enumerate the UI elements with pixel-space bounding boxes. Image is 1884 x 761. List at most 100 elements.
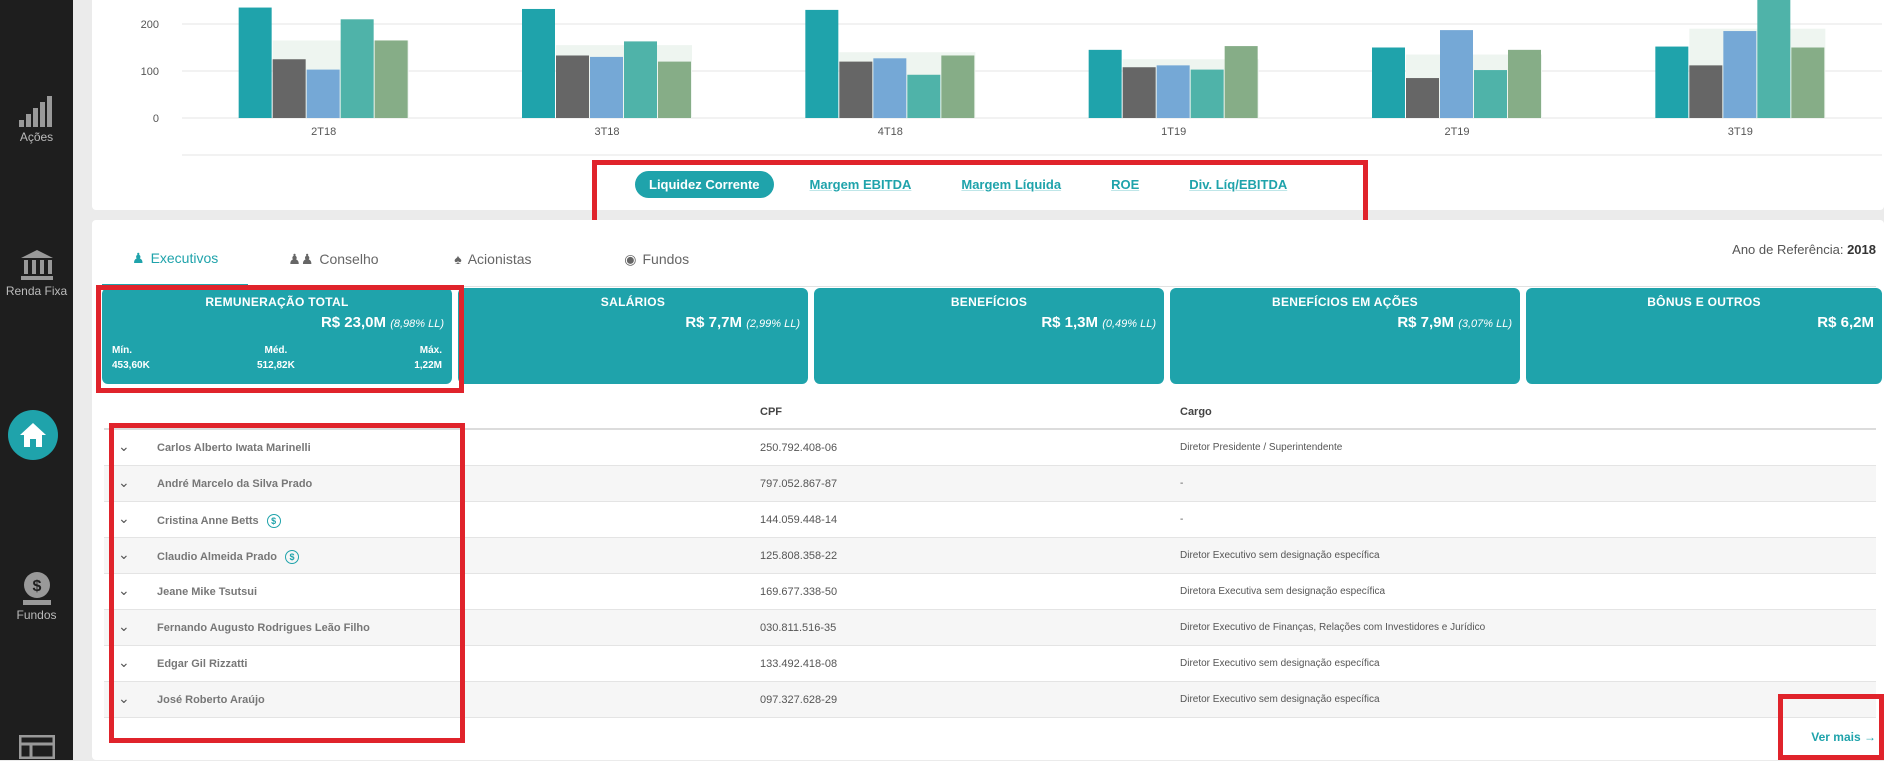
kpi-min: Mín. 453,60K xyxy=(112,345,150,371)
x-tick-label: 1T19 xyxy=(1161,126,1186,138)
bar xyxy=(238,7,272,118)
executive-cpf: 144.059.448-14 xyxy=(760,514,838,526)
tab-fundos[interactable]: ◉ Fundos xyxy=(584,232,719,286)
sidebar-item-label: Ações xyxy=(19,130,54,144)
chart-metric-tabs: Liquidez Corrente Margem EBITDA Margem L… xyxy=(635,170,1337,198)
kpi-value: R$ 23,0M (8,98% LL) xyxy=(320,314,444,331)
table-row[interactable]: ⌄ Carlos Alberto Iwata Marinelli 250.792.4… xyxy=(104,430,1876,466)
tab-label: Acionistas xyxy=(467,251,532,267)
bar xyxy=(1122,67,1156,118)
tab-acionistas[interactable]: ♠ Acionistas xyxy=(414,232,584,286)
shareholder-icon: ♠ xyxy=(454,251,462,267)
tab-liquidez-corrente[interactable]: Liquidez Corrente xyxy=(635,170,774,198)
table-row[interactable]: ⌄ Claudio Almeida Prado $ 125.808.358-22 Dir… xyxy=(104,538,1876,574)
y-tick-label: 200 xyxy=(141,19,159,31)
bar xyxy=(522,8,555,119)
bar xyxy=(374,40,408,119)
bar xyxy=(1508,49,1541,118)
kpi-value: R$ 6,2M xyxy=(1817,314,1874,331)
kpi-remuneracao-total[interactable]: REMUNERAÇÃO TOTAL R$ 23,0M (8,98% LL) Mí… xyxy=(102,288,452,384)
ver-mais-link[interactable]: Ver mais → xyxy=(1811,730,1876,744)
bar xyxy=(590,56,623,118)
reference-label: Ano de Referência: xyxy=(1732,242,1844,257)
executive-name: André Marcelo da Silva Prado xyxy=(157,478,313,490)
sidebar-item-renda-fixa[interactable]: Renda Fixa xyxy=(0,248,73,298)
x-tick-label: 3T19 xyxy=(1728,126,1753,138)
bar xyxy=(1757,0,1791,118)
table-row[interactable]: ⌄ Edgar Gil Rizzatti 133.492.418-08 Diretor… xyxy=(104,646,1876,682)
table-row[interactable]: ⌄ Cristina Anne Betts $ 144.059.448-14 - xyxy=(104,502,1876,538)
chevron-down-icon[interactable]: ⌄ xyxy=(118,654,130,671)
bar xyxy=(1791,47,1825,118)
kpi-beneficios[interactable]: BENEFÍCIOS R$ 1,3M (0,49% LL) xyxy=(814,288,1164,384)
compensation-card: ♟ Executivos ♟♟ Conselho ♠ Acionistas ◉ … xyxy=(92,220,1884,760)
group-icon: ♟♟ xyxy=(288,250,314,267)
money-bag-icon: $ xyxy=(22,572,51,605)
bar xyxy=(1088,49,1122,118)
chevron-down-icon[interactable]: ⌄ xyxy=(118,690,130,707)
bar xyxy=(839,61,873,118)
kpi-max: Máx. 1,22M xyxy=(414,345,442,371)
sidebar-item-acoes[interactable]: Ações xyxy=(0,92,73,144)
bar xyxy=(1723,31,1757,118)
header-cargo: Cargo xyxy=(1180,406,1212,418)
chevron-down-icon[interactable]: ⌄ xyxy=(118,474,130,491)
kpi-value: R$ 1,3M (0,49% LL) xyxy=(1041,314,1156,331)
sidebar-item-home[interactable] xyxy=(8,410,58,460)
kpi-beneficios-em-acoes[interactable]: BENEFÍCIOS EM AÇÕES R$ 7,9M (3,07% LL) xyxy=(1170,288,1520,384)
tab-div-liq-ebitda[interactable]: Div. Líq/EBITDA xyxy=(1189,177,1287,192)
chevron-down-icon[interactable]: ⌄ xyxy=(118,438,130,455)
kpi-title: BÔNUS E OUTROS xyxy=(1647,295,1761,309)
tabs-divider xyxy=(102,286,1876,287)
sidebar: Ações Renda Fixa $ Fundos xyxy=(0,0,73,760)
executive-cpf: 169.677.338-50 xyxy=(760,586,838,598)
kpi-salarios[interactable]: SALÁRIOS R$ 7,7M (2,99% LL) xyxy=(458,288,808,384)
chevron-down-icon[interactable]: ⌄ xyxy=(118,510,130,527)
table-row[interactable]: ⌄ José Roberto Araújo 097.327.628-29 Direto… xyxy=(104,682,1876,718)
tab-roe[interactable]: ROE xyxy=(1111,177,1139,192)
executives-table: CPF Cargo ⌄ Carlos Alberto Iwata Marinell… xyxy=(104,390,1876,718)
sidebar-item-fundos[interactable]: $ Fundos xyxy=(0,570,73,622)
chevron-down-icon[interactable]: ⌄ xyxy=(118,582,130,599)
executive-cargo: Diretor Executivo de Finanças, Relações … xyxy=(1180,622,1486,633)
executive-name: Carlos Alberto Iwata Marinelli xyxy=(157,442,311,454)
chevron-down-icon[interactable]: ⌄ xyxy=(118,618,130,635)
kpi-title: BENEFÍCIOS xyxy=(950,295,1028,309)
bar xyxy=(1474,70,1507,118)
fund-icon: ◉ xyxy=(624,250,637,267)
executive-name: Jeane Mike Tsutsui xyxy=(157,586,258,598)
kpi-title: REMUNERAÇÃO TOTAL xyxy=(205,295,349,309)
y-tick-label: 100 xyxy=(141,66,159,78)
kpi-cards: REMUNERAÇÃO TOTAL R$ 23,0M (8,98% LL) Mí… xyxy=(102,288,1882,384)
chevron-down-icon[interactable]: ⌄ xyxy=(118,546,130,563)
bar-chart: 0 100 200 2T18 3T18 4T18 1T19 2T19 3T19 xyxy=(141,0,1882,156)
chart-card: 0 100 200 2T18 3T18 4T18 1T19 2T19 3T19 Liquidez… xyxy=(92,0,1884,232)
table-row[interactable]: ⌄ Fernando Augusto Rodrigues Leão Filho 03… xyxy=(104,610,1876,646)
bar xyxy=(658,61,691,118)
sidebar-item-label: Fundos xyxy=(16,608,57,622)
executive-cargo: Diretora Executiva sem designação especí… xyxy=(1180,586,1386,597)
tab-margem-liquida[interactable]: Margem Líquida xyxy=(961,177,1061,192)
bar xyxy=(1372,47,1405,118)
bar xyxy=(1156,65,1190,118)
person-icon: ♟ xyxy=(132,249,145,266)
tab-conselho[interactable]: ♟♟ Conselho xyxy=(248,232,414,286)
kpi-value: R$ 7,7M (2,99% LL) xyxy=(685,314,800,331)
bar xyxy=(306,69,340,118)
table-row[interactable]: ⌄ Jeane Mike Tsutsui 169.677.338-50 Diretor… xyxy=(104,574,1876,610)
kpi-med: Méd. 512,82K xyxy=(257,345,295,371)
sidebar-item-table[interactable] xyxy=(0,735,73,761)
bar xyxy=(1440,30,1473,118)
executive-name: Edgar Gil Rizzatti xyxy=(157,658,248,670)
kpi-value: R$ 7,9M (3,07% LL) xyxy=(1397,314,1512,331)
x-tick-label: 2T19 xyxy=(1444,126,1469,138)
executive-cpf: 250.792.408-06 xyxy=(760,442,838,454)
dollar-badge-icon: $ xyxy=(285,550,300,564)
table-row[interactable]: ⌄ André Marcelo da Silva Prado 797.052.867… xyxy=(104,466,1876,502)
tab-margem-ebitda[interactable]: Margem EBITDA xyxy=(810,177,912,192)
executive-cargo: - xyxy=(1180,514,1184,525)
tab-executivos[interactable]: ♟ Executivos xyxy=(102,232,249,286)
svg-text:$: $ xyxy=(32,578,41,595)
kpi-bonus-e-outros[interactable]: BÔNUS E OUTROS R$ 6,2M xyxy=(1526,288,1882,384)
bank-icon xyxy=(20,250,53,280)
